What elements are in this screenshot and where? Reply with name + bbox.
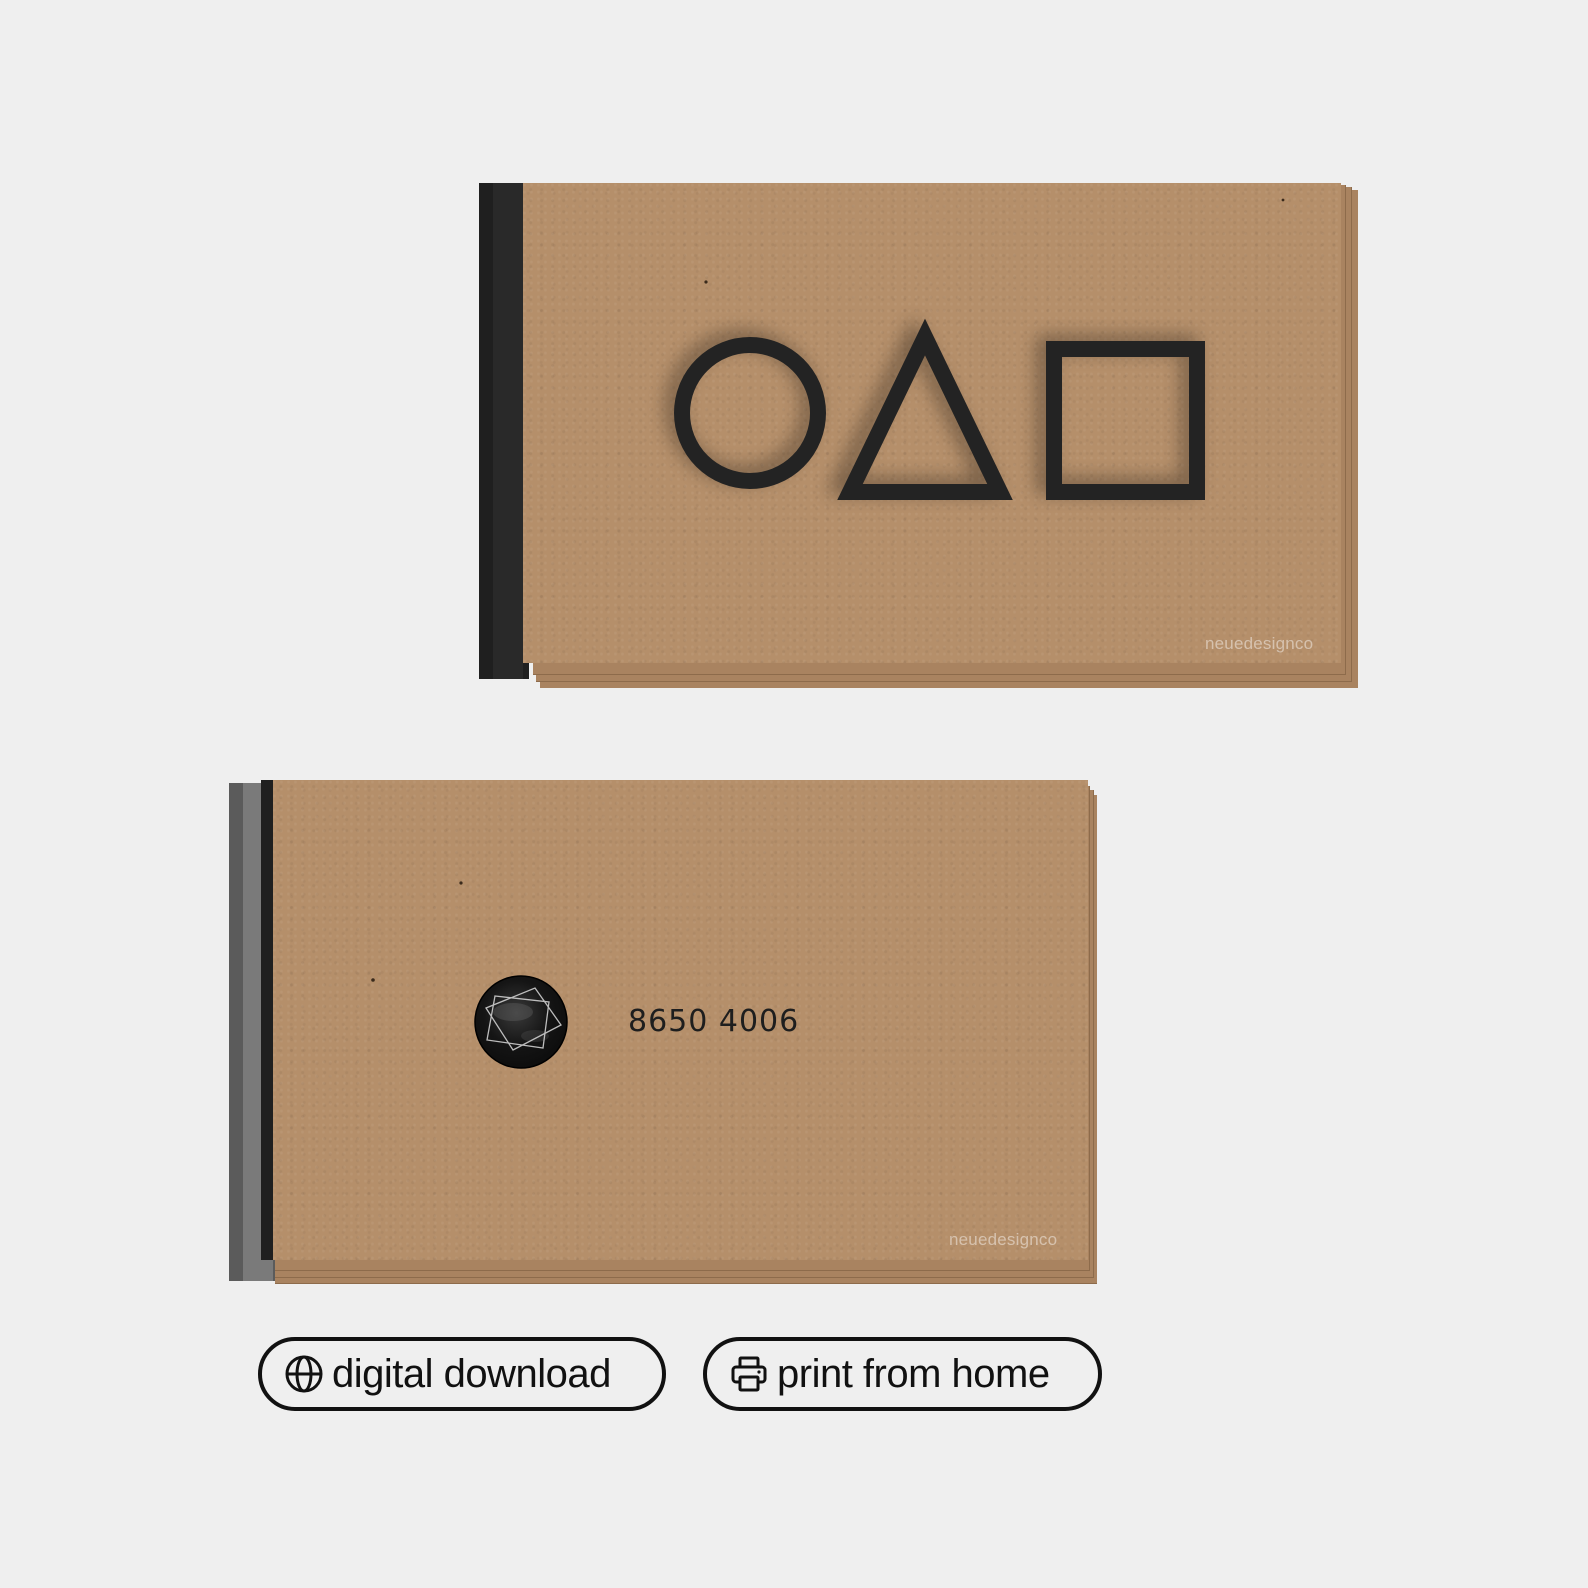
printer-icon (731, 1356, 767, 1392)
mask-emblem-icon (474, 975, 568, 1069)
watermark-text: neuedesignco (949, 1230, 1058, 1249)
print-from-home-badge: print from home (703, 1337, 1102, 1411)
globe-icon (285, 1355, 323, 1393)
digital-download-label: digital download (332, 1351, 611, 1396)
circle-icon (674, 337, 826, 489)
phone-number: 8650 4006 (628, 1004, 800, 1039)
watermark-text: neuedesignco (1205, 634, 1314, 653)
business-card-back: 8650 4006 neuedesignco (273, 780, 1088, 1260)
business-card-front: neuedesignco (523, 183, 1341, 663)
square-icon (1046, 341, 1205, 500)
print-from-home-label: print from home (777, 1351, 1050, 1396)
card-shadow (493, 183, 523, 679)
shape-symbols (666, 198, 1285, 500)
digital-download-badge: digital download (258, 1337, 666, 1411)
card-shadow (261, 780, 273, 1260)
